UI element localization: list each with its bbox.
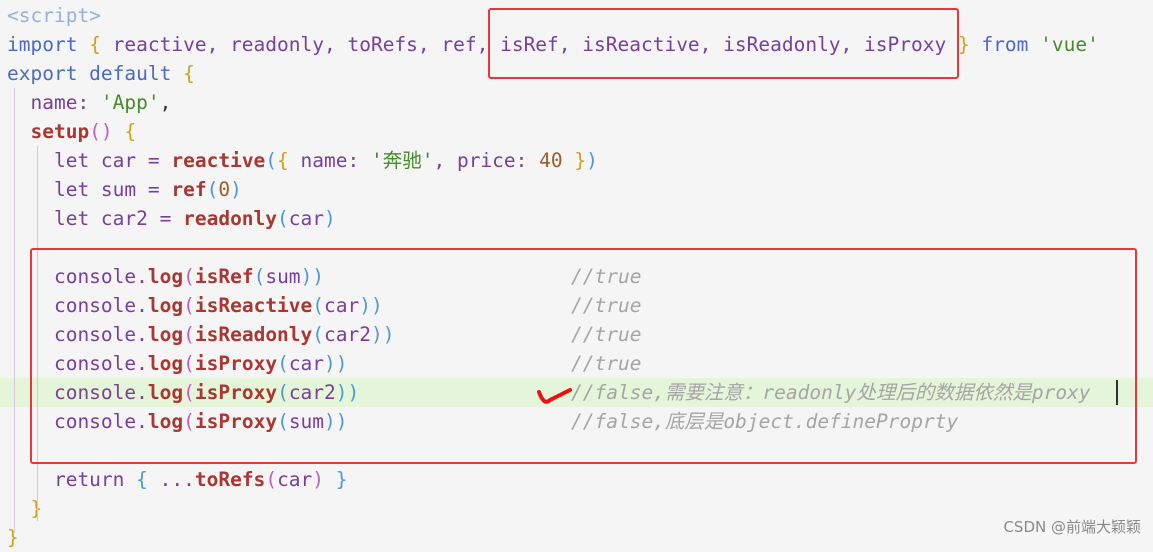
code-token: {	[277, 149, 301, 172]
code-line[interactable]: let car = reactive({ name: '奔驰', price: …	[0, 146, 1153, 175]
code-text: let car2 = readonly(car)	[7, 204, 336, 233]
code-token: import	[7, 33, 90, 56]
code-text: let sum = ref(0)	[7, 175, 242, 204]
code-token: let car =	[7, 149, 172, 172]
code-token: {	[183, 62, 195, 85]
code-text: let car = reactive({ name: '奔驰', price: …	[7, 146, 598, 175]
code-token: ,	[159, 91, 172, 114]
code-token: }	[7, 526, 19, 549]
code-token: {	[89, 33, 113, 56]
code-line[interactable]: name: 'App',	[0, 88, 1153, 117]
code-token: '奔驰'	[370, 149, 434, 172]
code-token: {	[136, 468, 160, 491]
code-token: , price:	[433, 149, 540, 172]
code-token: (	[277, 207, 289, 230]
code-token: (	[265, 468, 278, 491]
code-token: }	[335, 468, 348, 491]
watermark: CSDN @前端大颖颖	[1003, 518, 1141, 536]
code-token: car	[288, 207, 325, 230]
code-token: setup	[30, 120, 90, 143]
code-line[interactable]: let car2 = readonly(car)	[0, 204, 1153, 233]
indent-guide	[14, 88, 15, 533]
code-token: {	[124, 120, 137, 143]
code-token: (	[265, 149, 278, 172]
code-token: )	[312, 468, 336, 491]
text-cursor	[1116, 380, 1118, 405]
code-token: (	[206, 178, 219, 201]
annotation-box-console	[30, 248, 1137, 464]
annotation-box-imports	[488, 8, 959, 79]
code-token: 'vue'	[1040, 33, 1099, 56]
code-line[interactable]: setup() {	[0, 117, 1153, 146]
code-token: 0	[218, 178, 231, 201]
code-token: name:	[7, 91, 101, 114]
code-token: )	[230, 178, 242, 201]
code-token: car	[277, 468, 313, 491]
code-token: export default	[7, 62, 184, 85]
code-text: return { ...toRefs(car) }	[7, 465, 348, 494]
code-token: }	[957, 33, 982, 56]
code-token: ()	[89, 120, 125, 143]
code-token: readonly	[183, 207, 278, 230]
code-token: let car2 =	[7, 207, 184, 230]
code-token: toRefs	[194, 468, 266, 491]
code-token: <script>	[7, 4, 101, 27]
code-token: )	[586, 149, 598, 172]
code-token: )	[324, 207, 336, 230]
code-token: ref	[171, 178, 207, 201]
code-line[interactable]: return { ...toRefs(car) }	[0, 465, 1153, 494]
code-token: name:	[300, 149, 371, 172]
code-text: setup() {	[7, 117, 136, 146]
code-token: from	[981, 33, 1041, 56]
code-text: export default {	[7, 59, 195, 88]
code-text: name: 'App',	[7, 88, 171, 117]
code-text: }	[7, 523, 19, 552]
code-line[interactable]: }	[0, 523, 1153, 552]
check-mark-icon	[537, 388, 572, 404]
code-token: 'App'	[100, 91, 160, 114]
code-token: }	[574, 149, 587, 172]
code-token: ...	[159, 468, 195, 491]
code-text: <script>	[7, 1, 101, 30]
code-line[interactable]: let sum = ref(0)	[0, 175, 1153, 204]
code-token: let sum =	[7, 178, 172, 201]
code-token: 40	[539, 149, 575, 172]
code-line[interactable]: }	[0, 494, 1153, 523]
code-token: return	[7, 468, 137, 491]
code-token: reactive	[171, 149, 266, 172]
